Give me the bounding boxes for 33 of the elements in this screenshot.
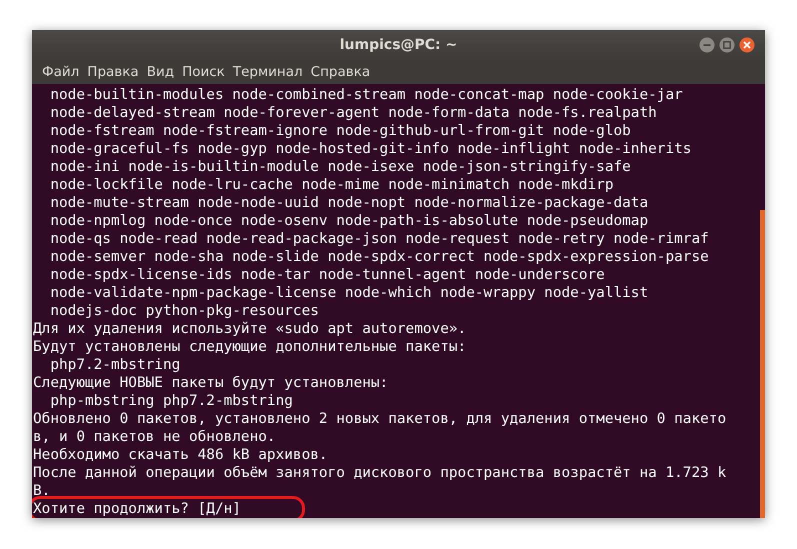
terminal-line: Для их удаления используйте «sudo apt autoremove».: [32, 320, 466, 338]
terminal-line: Обновлено 0 пакетов, установлено 2 новых пакетов, для удаления отмечено 0 пакето: [32, 410, 726, 428]
terminal-line: node-mute-stream node-node-uuid node-nopt node-normalize-package-data: [49, 194, 648, 212]
terminal-line: node-builtin-modules node-combined-stream node-concat-map node-cookie-jar: [49, 86, 683, 104]
terminal-line: node-validate-npm-package-license node-which node-wrappy node-yallist: [49, 284, 648, 302]
window-title: lumpics@PC: ~: [340, 36, 458, 54]
terminal-line: node-lockfile node-lru-cache node-mime node-minimatch node-mkdirp: [49, 176, 614, 194]
menu-item[interactable]: Поиск: [178, 60, 229, 84]
terminal-line: node-qs node-read node-read-package-json node-request node-retry node-rimraf: [49, 230, 709, 248]
terminal-line: nodejs-doc python-pkg-resources: [49, 302, 319, 320]
terminal-line: node-semver node-sha node-slide node-spdx-correct node-spdx-expression-parse: [49, 248, 709, 266]
close-icon[interactable]: [739, 37, 755, 53]
minimize-icon[interactable]: [699, 37, 715, 53]
terminal-line: Необходимо скачать 486 kB архивов.: [32, 446, 328, 464]
scrollbar-thumb[interactable]: [760, 210, 765, 518]
menu-item[interactable]: Правка: [83, 60, 143, 84]
menu-item[interactable]: Вид: [142, 60, 178, 84]
terminal-line: node-ini node-is-builtin-module node-isexe node-json-stringify-safe: [49, 158, 631, 176]
menu-item[interactable]: Справка: [306, 60, 374, 84]
terminal-line: После данной операции объём занятого дискового пространства возрастёт на 1.723 k: [32, 464, 726, 482]
terminal-line: в, и 0 пакетов не обновлено.: [32, 428, 276, 446]
terminal-line: node-npmlog node-once node-osenv node-path-is-absolute node-pseudomap: [49, 212, 648, 230]
terminal-line: php-mbstring php7.2-mbstring: [49, 392, 293, 410]
menu-item[interactable]: Файл: [38, 60, 84, 84]
terminal-line: node-fstream node-fstream-ignore node-github-url-from-git node-glob: [49, 122, 631, 140]
terminal-line: Следующие НОВЫЕ пакеты будут установлены:: [32, 374, 388, 392]
terminal-line: Будут установлены следующие дополнительные пакеты:: [32, 338, 466, 356]
terminal-line: node-delayed-stream node-forever-agent node-form-data node-fs.realpath: [49, 104, 657, 122]
terminal-line: php7.2-mbstring: [49, 356, 180, 374]
terminal-line: node-spdx-license-ids node-tar node-tunnel-agent node-underscore: [49, 266, 605, 284]
menu-item[interactable]: Терминал: [228, 60, 307, 84]
terminal-line: B.: [32, 482, 50, 500]
terminal-line: node-graceful-fs node-gyp node-hosted-git-info node-inflight node-inherits: [49, 140, 692, 158]
